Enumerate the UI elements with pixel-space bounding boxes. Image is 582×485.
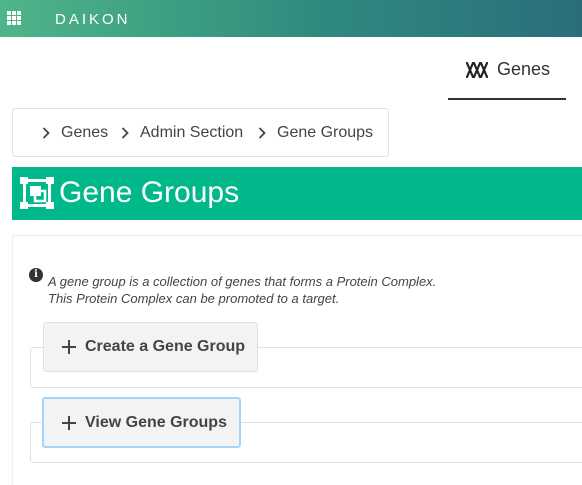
breadcrumb-item-genes[interactable]: Genes	[61, 124, 108, 142]
view-gene-groups-button[interactable]: View Gene Groups	[42, 397, 241, 448]
tab-genes-label: Genes	[497, 59, 551, 79]
info-line-2: This Protein Complex can be promoted to …	[48, 291, 340, 306]
breadcrumb-item-gene-groups[interactable]: Gene Groups	[277, 124, 373, 142]
info-icon: i	[29, 268, 43, 282]
breadcrumb: Genes Admin Section Gene Groups	[12, 108, 389, 157]
group-objects-icon	[20, 177, 54, 209]
tab-genes[interactable]: Genes	[448, 47, 566, 100]
top-bar: DAIKON	[0, 0, 582, 37]
page-title: Gene Groups	[59, 176, 240, 209]
breadcrumb-item-admin-section[interactable]: Admin Section	[140, 124, 243, 142]
create-gene-group-button[interactable]: Create a Gene Group	[43, 322, 258, 372]
info-description: A gene group is a collection of genes th…	[48, 273, 568, 307]
page-title-banner: Gene Groups	[12, 167, 582, 220]
chevron-right-icon	[121, 127, 129, 139]
view-gene-groups-label: View Gene Groups	[85, 413, 227, 431]
apps-grid-icon[interactable]	[7, 11, 22, 26]
app-brand[interactable]: DAIKON	[55, 11, 131, 28]
chevron-right-icon	[42, 127, 50, 139]
plus-icon	[62, 415, 76, 430]
plus-icon	[62, 340, 76, 354]
chevron-right-icon	[258, 127, 266, 139]
dna-icon	[466, 62, 488, 78]
info-line-1: A gene group is a collection of genes th…	[48, 274, 437, 289]
create-gene-group-label: Create a Gene Group	[85, 338, 246, 355]
